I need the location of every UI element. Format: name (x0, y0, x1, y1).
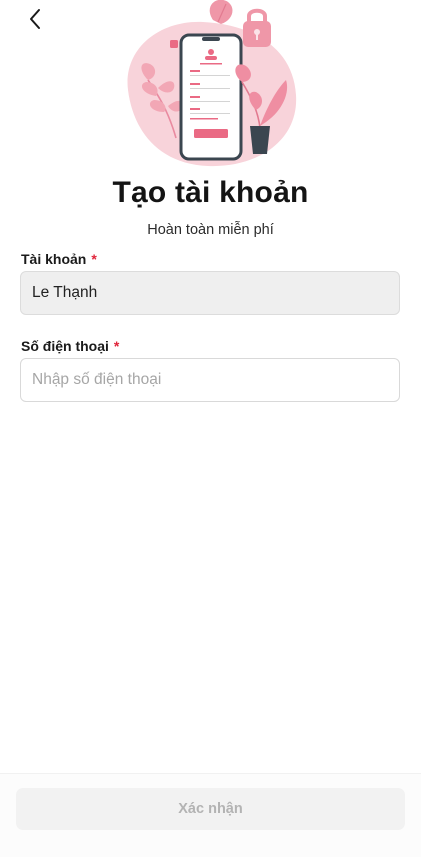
phone-label-text: Số điện thoại (21, 338, 109, 354)
create-account-screen: Tạo tài khoản Hoàn toàn miễn phí Tài kho… (0, 0, 421, 857)
confirm-button[interactable]: Xác nhận (16, 788, 405, 830)
back-button[interactable] (22, 6, 48, 32)
account-input[interactable] (20, 271, 400, 315)
required-mark: * (113, 338, 120, 354)
leaf-top (209, 0, 233, 24)
account-label-text: Tài khoản (21, 251, 87, 267)
account-label: Tài khoản * (21, 251, 97, 267)
phone-graphic (179, 33, 243, 161)
footer-bar: Xác nhận (0, 773, 421, 857)
page-title: Tạo tài khoản (112, 176, 309, 209)
page-subtitle: Hoàn toàn miễn phí (147, 222, 274, 238)
lock-graphic (243, 8, 271, 47)
phone-label: Số điện thoại * (21, 338, 119, 354)
chevron-left-icon (30, 9, 40, 29)
phone-signup-illustration (127, 0, 297, 167)
required-mark: * (91, 251, 97, 267)
phone-input[interactable] (20, 358, 400, 402)
